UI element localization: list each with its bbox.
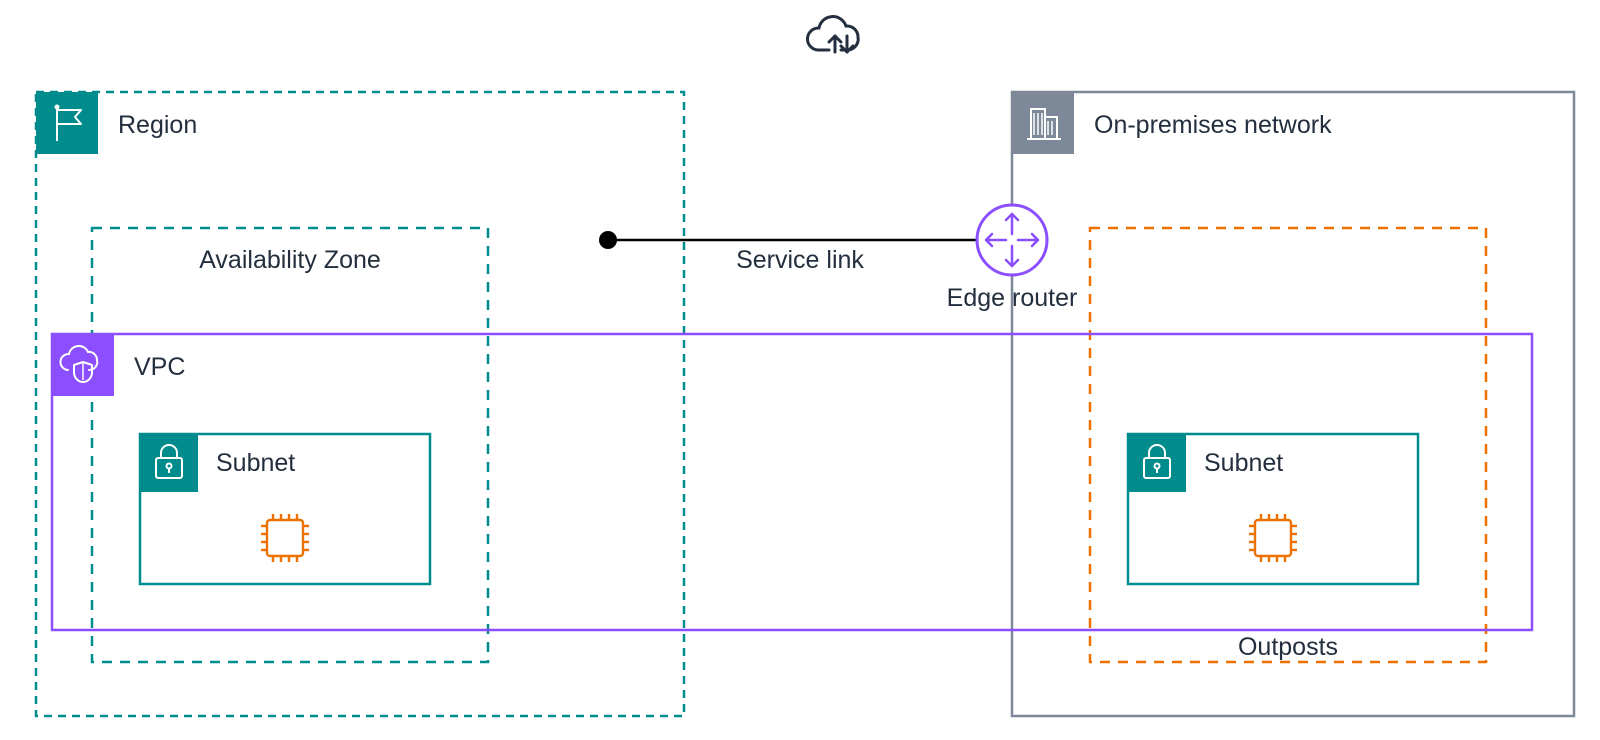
edge-router-label: Edge router — [947, 284, 1078, 312]
vpc-label: VPC — [134, 353, 185, 381]
region-container: Region — [36, 92, 684, 716]
flag-icon — [36, 92, 98, 154]
cloud-shield-icon — [52, 334, 114, 396]
subnet-right-label: Subnet — [1204, 449, 1283, 477]
region-label: Region — [118, 111, 197, 139]
availability-zone-label: Availability Zone — [199, 246, 381, 274]
architecture-diagram: Region Availability Zone On-premises net… — [0, 0, 1600, 740]
building-icon — [1012, 92, 1074, 154]
cpu-icon — [261, 514, 309, 562]
subnet-right-container: Subnet — [1128, 434, 1418, 584]
subnet-left-label: Subnet — [216, 449, 295, 477]
service-link: Service link — [599, 231, 985, 274]
service-link-label: Service link — [736, 246, 864, 274]
on-premises-container: On-premises network — [1012, 92, 1574, 716]
lock-icon — [1128, 434, 1186, 492]
cloud-updown-icon — [807, 17, 858, 52]
subnet-left-container: Subnet — [140, 434, 430, 584]
cpu-icon — [1249, 514, 1297, 562]
outposts-label: Outposts — [1238, 633, 1338, 661]
lock-icon — [140, 434, 198, 492]
vpc-container: VPC — [52, 334, 1532, 630]
on-premises-label: On-premises network — [1094, 111, 1332, 139]
router-arrows-icon — [977, 205, 1047, 275]
